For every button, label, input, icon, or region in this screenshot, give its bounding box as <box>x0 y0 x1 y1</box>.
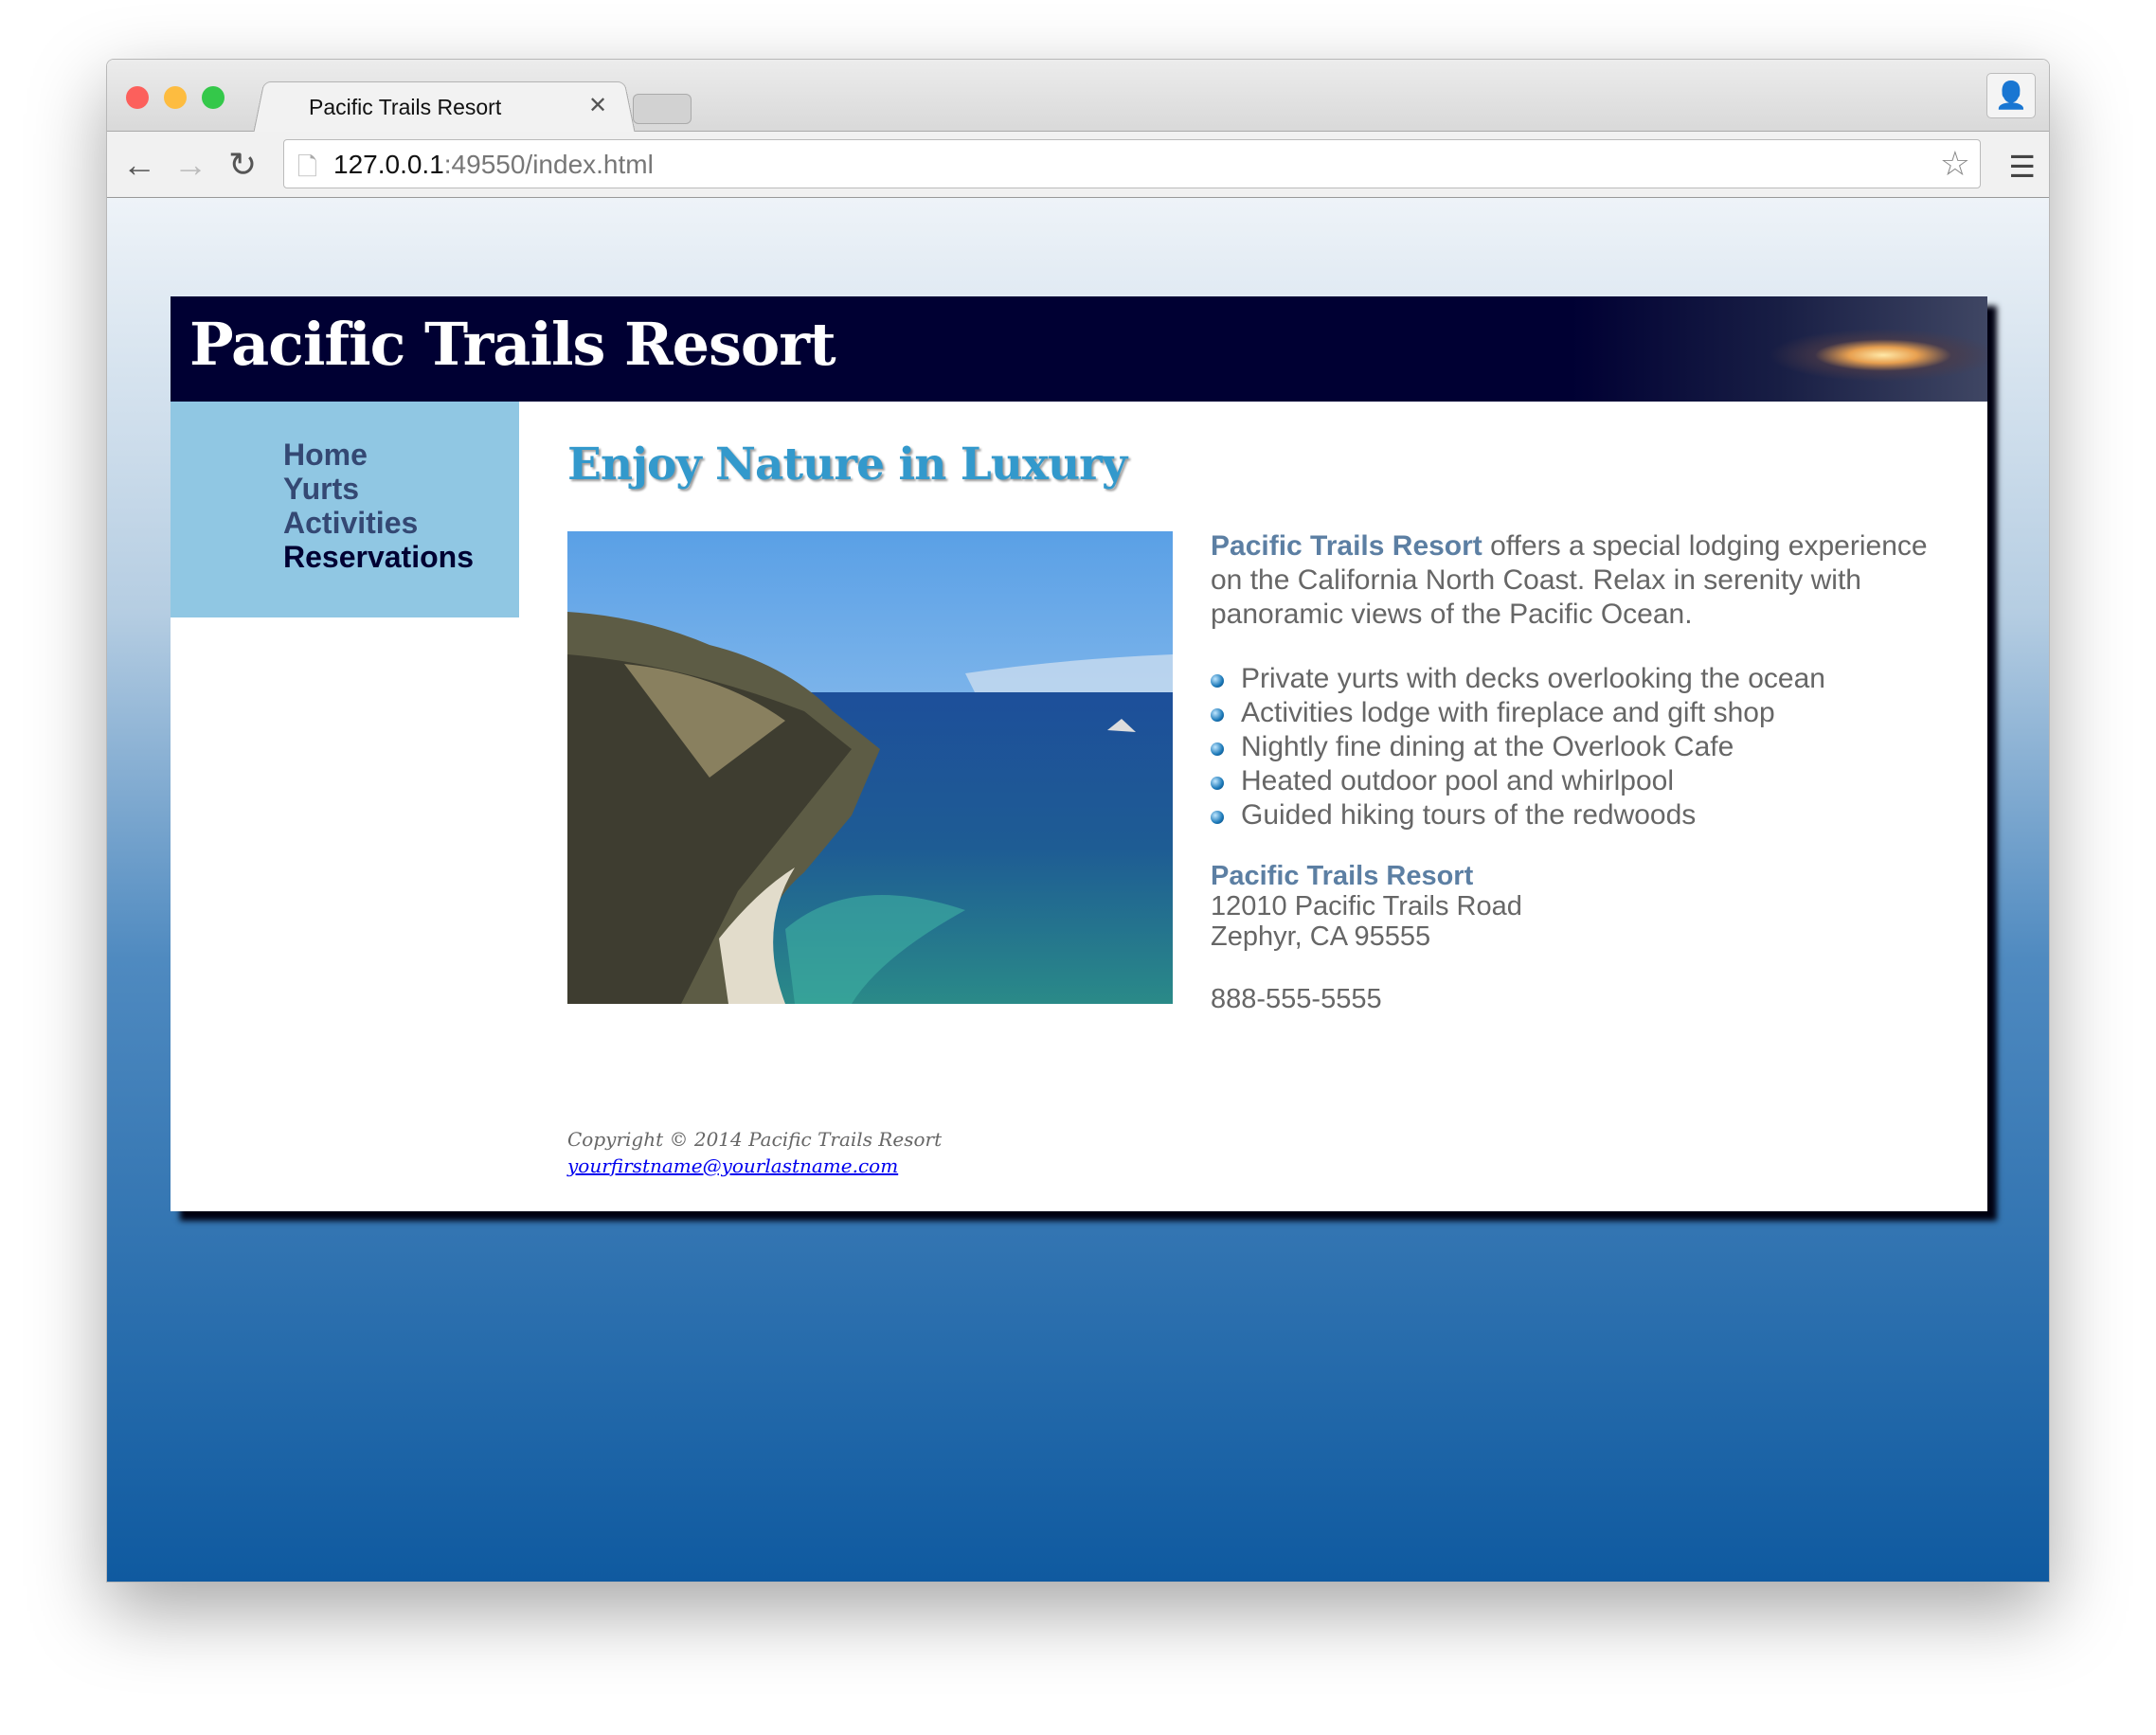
list-item: Heated outdoor pool and whirlpool <box>1211 764 1949 798</box>
url-path: :49550/index.html <box>443 150 654 179</box>
page-viewport: Pacific Trails Resort Home Yurts Activit… <box>107 198 2049 1582</box>
close-window-button[interactable] <box>126 86 149 109</box>
address-street: 12010 Pacific Trails Road <box>1211 891 1522 921</box>
intro-section: Pacific Trails Resort offers a special l… <box>1211 529 1949 1016</box>
tab-close-icon[interactable]: ✕ <box>588 92 607 119</box>
address-name: Pacific Trails Resort <box>1211 861 1474 891</box>
nav-activities[interactable]: Activities <box>283 506 519 540</box>
forward-icon[interactable]: → <box>173 145 207 185</box>
list-item: Activities lodge with fireplace and gift… <box>1211 696 1949 730</box>
page-heading: Enjoy Nature in Luxury <box>567 438 1127 491</box>
site-footer: Copyright © 2014 Pacific Trails Resort y… <box>567 1126 942 1179</box>
site-title: Pacific Trails Resort <box>189 310 836 379</box>
url-host: 127.0.0.1 <box>333 150 444 179</box>
address-city: Zephyr, CA 95555 <box>1211 921 1431 952</box>
phone-number: 888-555-5555 <box>1211 984 1382 1014</box>
copyright: Copyright © 2014 Pacific Trails Resort <box>567 1128 943 1151</box>
back-icon[interactable]: ← <box>122 145 156 185</box>
list-item: Guided hiking tours of the redwoods <box>1211 798 1949 832</box>
intro-resort-name: Pacific Trails Resort <box>1211 530 1482 562</box>
menu-icon[interactable]: ☰ <box>2008 149 2036 185</box>
nav-yurts[interactable]: Yurts <box>283 472 519 506</box>
address-block: Pacific Trails Resort 12010 Pacific Trai… <box>1211 861 1949 952</box>
tab-bar: Pacific Trails Resort ✕ 👤 <box>107 60 2049 134</box>
nav-home[interactable]: Home <box>283 438 519 472</box>
sunset-image <box>1571 296 1987 402</box>
site-nav: Home Yurts Activities Reservations <box>171 402 519 617</box>
reload-icon[interactable]: ↻ <box>228 145 257 185</box>
bookmark-star-icon[interactable]: ☆ <box>1940 144 1970 184</box>
nav-reservations[interactable]: Reservations <box>283 540 519 574</box>
minimize-window-button[interactable] <box>164 86 187 109</box>
maximize-window-button[interactable] <box>202 86 225 109</box>
list-item: Nightly fine dining at the Overlook Cafe <box>1211 730 1949 764</box>
intro-paragraph: Pacific Trails Resort offers a special l… <box>1211 529 1949 632</box>
new-tab-button[interactable] <box>633 94 692 124</box>
browser-window: Pacific Trails Resort ✕ 👤 ← → ↻ 🗋 127.0.… <box>106 59 2050 1583</box>
toolbar: ← → ↻ 🗋 127.0.0.1:49550/index.html ☆ ☰ <box>107 132 2049 198</box>
list-item: Private yurts with decks overlooking the… <box>1211 662 1949 696</box>
profile-icon[interactable]: 👤 <box>1986 73 2036 118</box>
coast-photo <box>567 531 1173 1004</box>
address-bar[interactable]: 🗋 127.0.0.1:49550/index.html ☆ <box>283 139 1981 188</box>
page-icon: 🗋 <box>297 152 317 181</box>
tab-title: Pacific Trails Resort <box>309 95 502 119</box>
feature-list: Private yurts with decks overlooking the… <box>1211 662 1949 832</box>
site-header: Pacific Trails Resort <box>171 296 1987 402</box>
site-container: Pacific Trails Resort Home Yurts Activit… <box>171 296 1987 1211</box>
email-link[interactable]: yourfirstname@yourlastname.com <box>567 1154 898 1177</box>
